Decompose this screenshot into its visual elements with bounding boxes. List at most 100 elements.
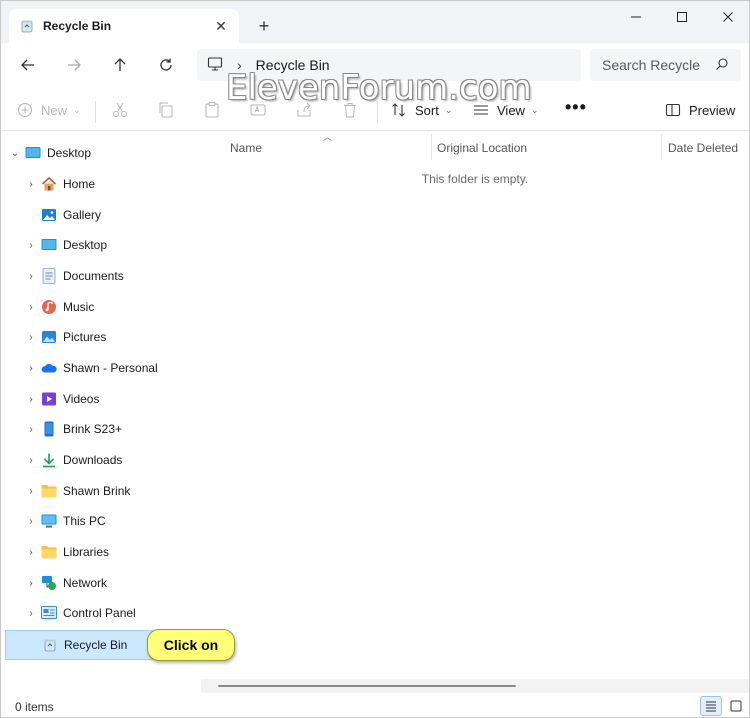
- onedrive-icon: [41, 360, 57, 376]
- chevron-right-icon[interactable]: ›: [21, 455, 41, 466]
- nav-item-label: Recycle Bin: [64, 638, 128, 652]
- chevron-right-icon[interactable]: ›: [21, 302, 41, 313]
- chevron-right-icon[interactable]: ›: [21, 240, 41, 251]
- up-button[interactable]: [105, 51, 135, 79]
- chevron-right-icon[interactable]: ›: [21, 363, 41, 374]
- maximize-button[interactable]: [659, 1, 705, 33]
- this-pc-icon: [41, 513, 57, 529]
- column-header-original-location[interactable]: Original Location: [437, 136, 527, 160]
- copy-icon: [159, 102, 173, 118]
- nav-item-documents[interactable]: › Documents: [21, 262, 213, 290]
- large-icons-view-button[interactable]: [725, 696, 747, 716]
- back-button[interactable]: [13, 51, 43, 79]
- view-label: View: [497, 102, 525, 118]
- chevron-right-icon[interactable]: ›: [21, 486, 41, 497]
- documents-icon: [41, 268, 57, 284]
- search-input[interactable]: [602, 57, 712, 73]
- chevron-right-icon[interactable]: ›: [21, 332, 41, 343]
- nav-item-label: Desktop: [47, 146, 92, 160]
- address-bar[interactable]: › Recycle Bin: [197, 49, 581, 81]
- chevron-right-icon[interactable]: ›: [21, 516, 41, 527]
- nav-item-desktop-root[interactable]: ⌄ Desktop: [5, 139, 197, 167]
- sort-button[interactable]: Sort ⌄: [391, 97, 452, 123]
- nav-item-label: This PC: [63, 514, 106, 528]
- column-divider[interactable]: [431, 134, 432, 160]
- nav-item-shawn-brink[interactable]: › Shawn Brink: [21, 477, 213, 505]
- delete-button[interactable]: [341, 97, 359, 123]
- nav-item-label: Control Panel: [63, 606, 136, 620]
- scrollbar-thumb[interactable]: [218, 685, 516, 687]
- cut-button[interactable]: [111, 97, 129, 123]
- network-icon: [41, 575, 57, 591]
- forward-button[interactable]: [59, 51, 89, 79]
- chevron-right-icon[interactable]: ›: [21, 424, 41, 435]
- column-divider[interactable]: [661, 134, 662, 160]
- nav-item-pictures[interactable]: › Pictures: [21, 323, 213, 351]
- item-count: 0 items: [15, 700, 54, 714]
- nav-item-onedrive-personal[interactable]: › Shawn - Personal: [21, 354, 213, 382]
- nav-item-label: Shawn Brink: [63, 484, 131, 498]
- details-view-button[interactable]: [700, 696, 722, 716]
- details-view-icon: [706, 701, 716, 712]
- nav-item-label: Desktop: [63, 238, 108, 252]
- tab-recycle-bin[interactable]: Recycle Bin ✕: [9, 9, 239, 43]
- close-window-button[interactable]: [705, 1, 749, 33]
- horizontal-scrollbar[interactable]: [201, 679, 749, 693]
- toolbar-divider: [377, 101, 378, 123]
- share-button[interactable]: [295, 97, 313, 123]
- nav-item-this-pc[interactable]: › This PC: [21, 507, 213, 535]
- more-options-button[interactable]: •••: [565, 94, 587, 120]
- nav-item-home[interactable]: › Home: [21, 170, 213, 198]
- copy-button[interactable]: [157, 97, 175, 123]
- nav-item-label: Shawn - Personal: [63, 361, 158, 375]
- chevron-right-icon[interactable]: ›: [21, 547, 41, 558]
- nav-item-label: Videos: [63, 392, 100, 406]
- nav-item-network[interactable]: › Network: [21, 569, 213, 597]
- nav-item-label: Gallery: [63, 208, 102, 222]
- chevron-right-icon[interactable]: ›: [21, 271, 41, 282]
- column-header-name[interactable]: Name: [230, 136, 262, 160]
- new-label: New: [41, 102, 68, 118]
- folder-icon: [41, 483, 57, 499]
- click-on-callout: Click on: [147, 629, 235, 661]
- chevron-right-icon[interactable]: ›: [21, 578, 41, 589]
- refresh-icon: [160, 58, 172, 71]
- chevron-down-icon: ⌄: [530, 104, 539, 115]
- nav-item-label: Brink S23+: [63, 422, 123, 436]
- nav-item-downloads[interactable]: › Downloads: [21, 446, 213, 474]
- close-tab-button[interactable]: ✕: [209, 14, 233, 38]
- preview-pane-icon: [665, 103, 681, 117]
- chevron-right-icon[interactable]: ›: [21, 608, 41, 619]
- breadcrumb-recycle-bin[interactable]: Recycle Bin: [256, 57, 330, 73]
- nav-item-phone[interactable]: › Brink S23+: [21, 415, 213, 443]
- arrow-left-icon: [21, 59, 34, 71]
- chevron-right-icon[interactable]: ›: [21, 394, 41, 405]
- new-button[interactable]: New ⌄: [17, 97, 81, 123]
- view-button[interactable]: View ⌄: [473, 97, 539, 123]
- refresh-button[interactable]: [151, 51, 181, 79]
- preview-pane-button[interactable]: Preview: [665, 97, 735, 123]
- nav-item-gallery[interactable]: Gallery: [21, 201, 213, 229]
- command-bar: New ⌄ Sort ⌄ View ⌄ ••• Preview: [1, 87, 749, 131]
- minimize-icon: [631, 16, 641, 18]
- new-tab-button[interactable]: +: [251, 13, 277, 39]
- recycle-bin-icon: [19, 18, 35, 34]
- search-box[interactable]: [590, 49, 741, 81]
- chevron-down-icon: ⌄: [73, 104, 81, 115]
- libraries-icon: [41, 544, 57, 560]
- nav-item-desktop[interactable]: › Desktop: [21, 231, 213, 259]
- gallery-icon: [41, 207, 57, 223]
- minimize-button[interactable]: [613, 1, 659, 33]
- nav-item-control-panel[interactable]: › Control Panel: [21, 599, 213, 627]
- nav-item-videos[interactable]: › Videos: [21, 385, 213, 413]
- nav-item-music[interactable]: › Music: [21, 293, 213, 321]
- search-icon: [715, 57, 729, 74]
- plus-circle-icon: [18, 103, 32, 117]
- paste-button[interactable]: [203, 97, 221, 123]
- chevron-down-icon[interactable]: ⌄: [5, 148, 25, 159]
- nav-item-libraries[interactable]: › Libraries: [21, 538, 213, 566]
- rename-button[interactable]: [249, 97, 267, 123]
- chevron-right-icon[interactable]: ›: [21, 179, 41, 190]
- column-header-date-deleted[interactable]: Date Deleted: [668, 136, 738, 160]
- desktop-icon: [25, 145, 41, 161]
